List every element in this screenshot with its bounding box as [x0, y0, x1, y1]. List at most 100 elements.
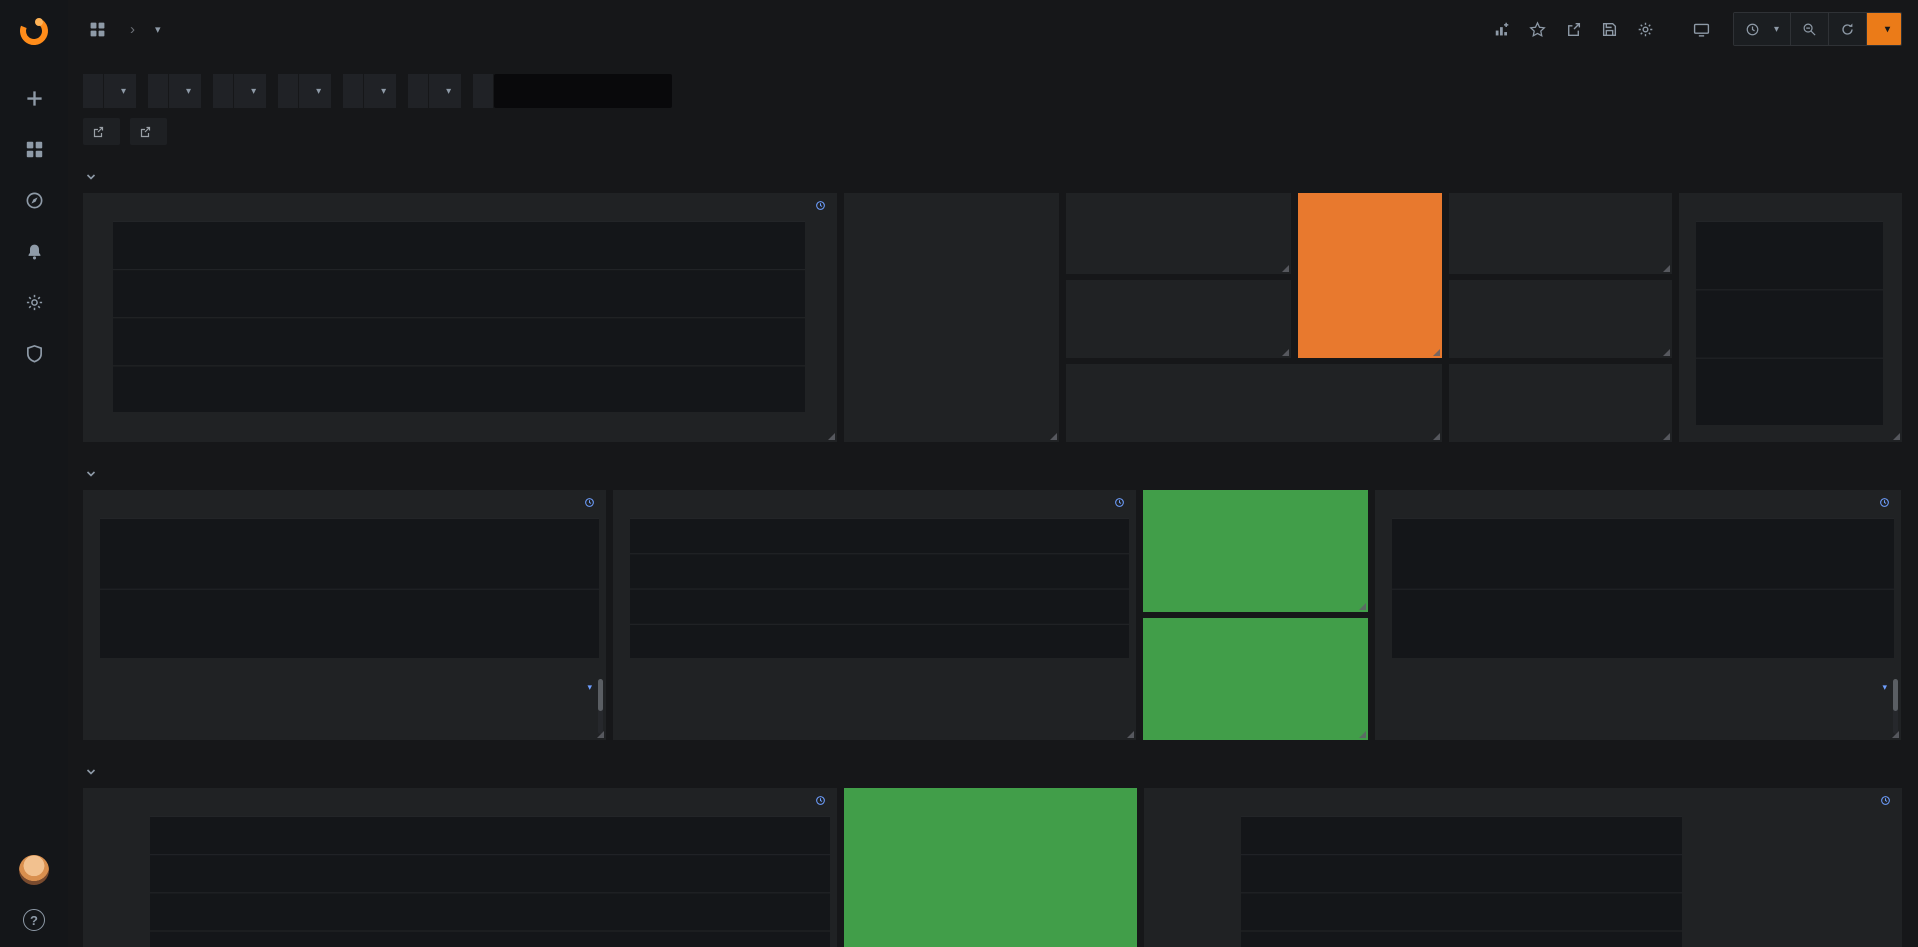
variable-ups-max-output[interactable]: ▾ [213, 74, 266, 108]
help-icon[interactable]: ? [23, 909, 45, 931]
panel-title[interactable] [1143, 618, 1368, 624]
panel-title[interactable] [1066, 364, 1442, 370]
battery-gauge [844, 218, 1059, 442]
refresh-icon[interactable] [1828, 13, 1866, 45]
panel-title[interactable] [1375, 490, 1901, 496]
legend-series[interactable] [623, 723, 951, 726]
legend-series[interactable] [93, 704, 478, 707]
stat-value [1449, 305, 1672, 358]
panel-title[interactable] [844, 788, 1137, 794]
ups-load-chart[interactable] [113, 221, 805, 412]
dashboard-settings-gear-icon[interactable] [1631, 14, 1661, 44]
breadcrumb-separator: › [130, 21, 135, 38]
variable-telegraf-datasource[interactable]: ▾ [343, 74, 396, 108]
chevron-down-icon: ▾ [186, 86, 191, 97]
legend-sort-current[interactable] [1830, 681, 1887, 693]
cpu-threads-input[interactable] [494, 74, 672, 108]
add-panel-icon[interactable] [1487, 14, 1517, 44]
external-link-icon [139, 126, 151, 138]
network-chart[interactable] [150, 816, 830, 947]
time-range-picker[interactable]: ▾ [1734, 13, 1790, 45]
panel-title[interactable] [1144, 788, 1902, 794]
panel-title[interactable] [83, 490, 606, 496]
admin-shield-icon[interactable] [22, 341, 46, 365]
panel-title[interactable] [1066, 193, 1291, 199]
save-icon[interactable] [1595, 14, 1625, 44]
cycle-view-tv-icon[interactable] [1687, 14, 1717, 44]
clock-icon [584, 497, 595, 508]
panel-time-override[interactable] [815, 200, 830, 211]
configuration-gear-icon[interactable] [22, 290, 46, 314]
network-memory-panel-row [83, 788, 1902, 947]
legend-scrollbar[interactable] [598, 679, 603, 734]
panel-time-override[interactable] [1879, 497, 1894, 508]
external-link-icon [92, 126, 104, 138]
section-cpu-stats[interactable] [85, 468, 1902, 480]
panel-time-override[interactable] [815, 795, 830, 806]
panel-title[interactable] [83, 788, 837, 794]
legend-series[interactable] [1385, 723, 1773, 726]
panel-memory [1144, 788, 1902, 947]
panel-title[interactable] [1143, 490, 1368, 496]
bars-chart[interactable] [1696, 221, 1883, 425]
legend-series[interactable] [1385, 704, 1773, 707]
panel-title[interactable] [613, 490, 1136, 496]
variable-ups-datasource[interactable]: ▾ [408, 74, 461, 108]
dashboard-title-caret-icon[interactable]: ▾ [155, 23, 161, 36]
cpu2-chart[interactable] [1392, 518, 1894, 658]
variable-currency[interactable]: ▾ [148, 74, 201, 108]
legend-sort-current[interactable] [535, 681, 592, 693]
variable-label [473, 74, 493, 108]
user-avatar[interactable] [19, 855, 49, 885]
panel-time-override[interactable] [1114, 497, 1129, 508]
panel-title[interactable] [1066, 280, 1291, 286]
panel-title[interactable] [1449, 364, 1672, 370]
grafana-logo-icon[interactable] [17, 14, 51, 48]
clock-icon [1880, 795, 1891, 806]
panel-title[interactable] [83, 193, 837, 199]
legend-series[interactable] [1686, 888, 1760, 891]
y-axis-right [1883, 221, 1895, 425]
create-plus-icon[interactable] [22, 86, 46, 110]
link-grafana-plex-theme[interactable] [83, 118, 120, 145]
alerting-bell-icon[interactable] [22, 239, 46, 263]
x-axis [83, 658, 606, 675]
panel-cpu-2-temp [1143, 618, 1368, 740]
panel-time-override[interactable] [584, 497, 599, 508]
panel-title[interactable] [1298, 193, 1442, 199]
legend-series-watts[interactable] [236, 432, 261, 435]
section-network-memory[interactable] [85, 766, 1902, 778]
dashboards-icon[interactable] [22, 137, 46, 161]
panel-title[interactable] [1449, 193, 1672, 199]
link-ups-monitoring-guide[interactable] [130, 118, 167, 145]
legend-series-ups-load[interactable] [155, 432, 180, 435]
section-ups-stats[interactable] [85, 171, 1902, 183]
variable-kwh-price[interactable]: ▾ [83, 74, 136, 108]
legend-table [613, 675, 1136, 740]
cpu2-plot [1392, 518, 1894, 658]
chevron-down-icon: ▾ [381, 86, 386, 97]
share-icon[interactable] [1559, 14, 1589, 44]
panel-title[interactable] [1679, 193, 1902, 199]
chevron-down-icon [85, 171, 97, 183]
cpu1-chart[interactable] [100, 518, 599, 658]
explore-compass-icon[interactable] [22, 188, 46, 212]
memory-chart[interactable] [1241, 816, 1682, 947]
panel-ups-load-vs-time-left [1679, 193, 1902, 442]
y-axis-left [1380, 518, 1392, 658]
legend-scrollbar[interactable] [1893, 679, 1898, 734]
panel-cpu-1 [83, 490, 606, 740]
refresh-interval-picker[interactable]: ▾ [1866, 13, 1901, 45]
variable-host[interactable]: ▾ [278, 74, 331, 108]
star-icon[interactable] [1523, 14, 1553, 44]
cpu-package-chart[interactable] [630, 518, 1129, 658]
legend-series[interactable] [1686, 869, 1760, 872]
panel-time-override[interactable] [1880, 795, 1895, 806]
panel-title[interactable] [1449, 280, 1672, 286]
legend-series[interactable] [93, 723, 478, 726]
variable-label [343, 74, 363, 108]
dashboard-grid-icon[interactable] [82, 14, 112, 44]
legend-series[interactable] [623, 704, 951, 707]
panel-title[interactable] [844, 193, 1059, 199]
zoom-out-icon[interactable] [1790, 13, 1828, 45]
